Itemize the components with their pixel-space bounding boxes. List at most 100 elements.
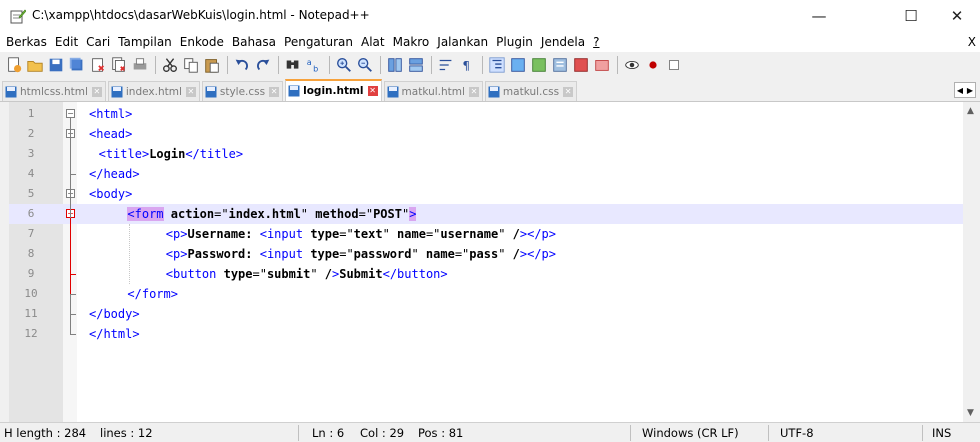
line-number: 6 bbox=[27, 207, 35, 220]
record-macro-icon[interactable] bbox=[622, 55, 642, 75]
scroll-up-icon[interactable]: ▲ bbox=[967, 106, 974, 116]
menu-jalankan[interactable]: Jalankan bbox=[433, 35, 492, 49]
tab-close-icon[interactable]: ✕ bbox=[468, 86, 479, 97]
open-file-icon[interactable] bbox=[25, 55, 45, 75]
code-line[interactable]: 5 <body> bbox=[9, 184, 967, 204]
code-line[interactable]: 2 <head> bbox=[9, 124, 967, 144]
undo-icon[interactable] bbox=[232, 55, 252, 75]
menu-cari[interactable]: Cari bbox=[82, 35, 114, 49]
tab-scroll-left-icon[interactable]: ◀ bbox=[957, 86, 963, 95]
tab-close-icon[interactable]: ✕ bbox=[269, 86, 280, 97]
svg-text:a: a bbox=[307, 57, 312, 67]
toolbar-separator bbox=[617, 56, 618, 74]
tab-label: login.html bbox=[303, 85, 364, 97]
menu-alat[interactable]: Alat bbox=[357, 35, 389, 49]
save-all-icon[interactable] bbox=[67, 55, 87, 75]
sync-vertical-icon[interactable] bbox=[385, 55, 405, 75]
menu-help[interactable]: ? bbox=[589, 35, 603, 49]
toolbar: a b ¶ bbox=[0, 52, 980, 78]
code-line[interactable]: 1 <html> bbox=[9, 104, 967, 124]
close-icon[interactable] bbox=[88, 55, 108, 75]
maximize-button[interactable]: ☐ bbox=[888, 0, 934, 32]
status-lines: lines : 12 bbox=[100, 426, 153, 440]
line-number: 10 bbox=[24, 287, 38, 300]
code-line[interactable]: 7 <p>Username: <input type="text" name="u… bbox=[9, 224, 967, 244]
indent-guide-icon[interactable] bbox=[487, 55, 507, 75]
tab-htmlcss-html[interactable]: htmlcss.html ✕ bbox=[2, 81, 106, 101]
replace-icon[interactable]: ab bbox=[304, 55, 324, 75]
show-all-characters-icon[interactable]: ¶ bbox=[457, 55, 477, 75]
menu-overflow[interactable]: X bbox=[968, 35, 976, 49]
code-line[interactable]: 6 <form action="index.html" method="POST"… bbox=[9, 204, 967, 224]
paste-icon[interactable] bbox=[202, 55, 222, 75]
find-icon[interactable] bbox=[283, 55, 303, 75]
menu-tampilan[interactable]: Tampilan bbox=[114, 35, 176, 49]
print-icon[interactable] bbox=[130, 55, 150, 75]
new-file-icon[interactable] bbox=[4, 55, 24, 75]
status-pos: Pos : 81 bbox=[418, 426, 464, 440]
menu-enkode[interactable]: Enkode bbox=[176, 35, 228, 49]
file-saved-icon bbox=[387, 86, 399, 97]
scroll-down-icon[interactable]: ▼ bbox=[967, 408, 974, 418]
sync-horizontal-icon[interactable] bbox=[406, 55, 426, 75]
zoom-in-icon[interactable] bbox=[334, 55, 354, 75]
tab-index-html[interactable]: index.html ✕ bbox=[107, 81, 200, 101]
fold-end-tick bbox=[70, 334, 76, 335]
code-line[interactable]: 12 </html> bbox=[9, 324, 967, 344]
status-eol[interactable]: Windows (CR LF) bbox=[642, 426, 739, 440]
menu-plugin[interactable]: Plugin bbox=[492, 35, 537, 49]
fold-end-tick bbox=[70, 314, 76, 315]
menu-berkas[interactable]: Berkas bbox=[0, 35, 51, 49]
function-list-icon[interactable] bbox=[550, 55, 570, 75]
document-map-icon[interactable] bbox=[529, 55, 549, 75]
tab-login-html[interactable]: login.html ✕ bbox=[285, 79, 382, 101]
menu-makro[interactable]: Makro bbox=[389, 35, 434, 49]
tab-close-icon[interactable]: ✕ bbox=[367, 86, 378, 96]
vertical-scrollbar[interactable]: ▲ ▼ bbox=[963, 102, 980, 422]
code-line[interactable]: 8 <p>Password: <input type="password" nam… bbox=[9, 244, 967, 264]
close-all-icon[interactable] bbox=[109, 55, 129, 75]
tab-style-css[interactable]: style.css ✕ bbox=[201, 81, 284, 101]
cut-icon[interactable] bbox=[160, 55, 180, 75]
tab-close-icon[interactable]: ✕ bbox=[91, 86, 102, 97]
fold-collapse-icon[interactable]: − bbox=[66, 109, 75, 118]
code-line[interactable]: 11 </body> bbox=[9, 304, 967, 324]
menu-bahasa[interactable]: Bahasa bbox=[228, 35, 280, 49]
tab-close-icon[interactable]: ✕ bbox=[185, 86, 196, 97]
close-button[interactable]: ✕ bbox=[934, 0, 980, 32]
redo-icon[interactable] bbox=[253, 55, 273, 75]
toolbar-separator bbox=[380, 56, 381, 74]
code-line[interactable]: 9 <button type="submit" />Submit</button> bbox=[9, 264, 967, 284]
udl-icon[interactable] bbox=[508, 55, 528, 75]
line-number: 3 bbox=[27, 147, 35, 160]
tab-scroll-right-icon[interactable]: ▶ bbox=[967, 86, 973, 95]
code-line[interactable]: 3 <title>Login</title> bbox=[9, 144, 967, 164]
stop-macro-icon[interactable] bbox=[643, 55, 663, 75]
menu-jendela[interactable]: Jendela bbox=[537, 35, 589, 49]
save-icon[interactable] bbox=[46, 55, 66, 75]
tab-matkul-html[interactable]: matkul.html ✕ bbox=[383, 81, 483, 101]
menu-pengaturan[interactable]: Pengaturan bbox=[280, 35, 357, 49]
tab-matkul-css[interactable]: matkul.css ✕ bbox=[484, 81, 578, 101]
folder-workspace-icon[interactable] bbox=[571, 55, 591, 75]
menu-bar: Berkas Edit Cari Tampilan Enkode Bahasa Pengat… bbox=[0, 32, 980, 52]
copy-icon[interactable] bbox=[181, 55, 201, 75]
minimize-button[interactable]: — bbox=[796, 0, 842, 32]
menu-edit[interactable]: Edit bbox=[51, 35, 82, 49]
word-wrap-icon[interactable] bbox=[436, 55, 456, 75]
code-text: <title>Login</title> bbox=[98, 147, 244, 161]
code-line[interactable]: 10 </form> bbox=[9, 284, 967, 304]
zoom-out-icon[interactable] bbox=[355, 55, 375, 75]
tab-scroll-buttons[interactable]: ◀ ▶ bbox=[954, 82, 976, 98]
code-line[interactable]: 4 </head> bbox=[9, 164, 967, 184]
file-saved-icon bbox=[111, 86, 123, 97]
fold-end-tick bbox=[70, 274, 76, 275]
code-editor[interactable]: 1 <html> 2 <head> 3 <title>Login</title> 4 </he… bbox=[9, 102, 980, 422]
play-macro-icon[interactable] bbox=[664, 55, 684, 75]
tab-close-icon[interactable]: ✕ bbox=[563, 86, 574, 97]
line-number: 4 bbox=[27, 167, 35, 180]
status-insert-mode[interactable]: INS bbox=[932, 426, 951, 440]
status-encoding[interactable]: UTF-8 bbox=[780, 426, 814, 440]
monitoring-icon[interactable] bbox=[592, 55, 612, 75]
editor-border bbox=[0, 102, 9, 422]
